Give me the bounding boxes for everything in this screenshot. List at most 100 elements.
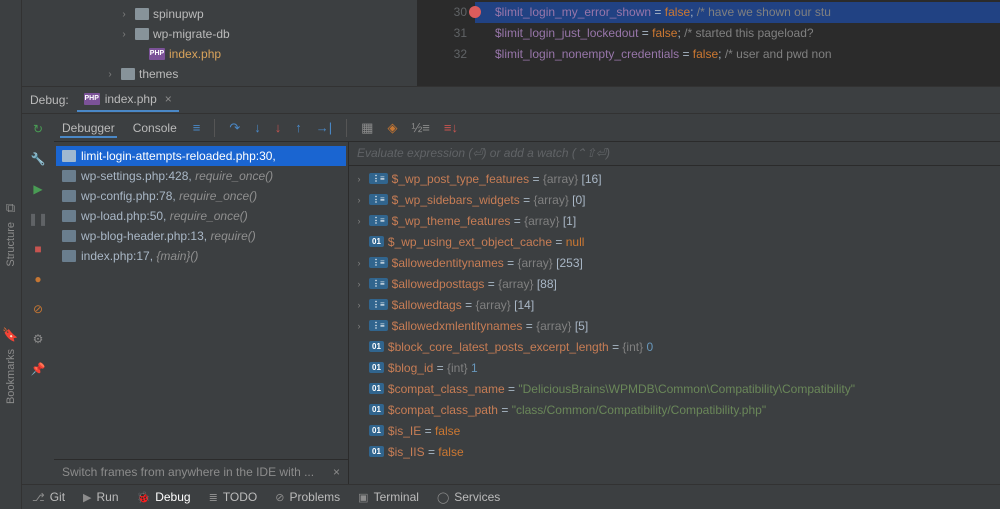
tree-row[interactable]: ›spinupwp [22, 4, 417, 24]
variable-row[interactable]: ›⋮≡ $allowedposttags = {array} [88] [349, 273, 1000, 294]
close-hint-icon[interactable]: × [333, 465, 340, 479]
watch-input[interactable]: Evaluate expression (⏎) or add a watch (… [349, 142, 1000, 166]
frame-text: wp-settings.php:428, require_once() [81, 169, 273, 183]
project-tree[interactable]: ›spinupwp›wp-migrate-dbPHPindex.php›them… [22, 0, 417, 86]
var-type-badge: ⋮≡ [369, 299, 388, 310]
stack-frame[interactable]: limit-login-attempts-reloaded.php:30, [56, 146, 346, 166]
trace-icon[interactable]: ◈ [387, 120, 397, 136]
stack-frame[interactable]: wp-blog-header.php:13, require() [56, 226, 346, 246]
services-tool[interactable]: ◯Services [437, 490, 500, 504]
variable-row[interactable]: ›⋮≡ $allowedxmlentitynames = {array} [5] [349, 315, 1000, 336]
var-type-badge: ⋮≡ [369, 215, 388, 226]
filter-icon[interactable]: ≡↓ [444, 120, 458, 135]
code-editor[interactable]: 303132 $limit_login_my_error_shown = fal… [417, 0, 1000, 86]
var-type-badge: ⋮≡ [369, 278, 388, 289]
breakpoint-icon[interactable] [469, 6, 481, 18]
threads-icon[interactable]: ≡ [193, 120, 201, 135]
step-over-icon[interactable]: ↷ [229, 120, 240, 136]
bookmark-icon: 🔖 [2, 327, 18, 343]
debugger-tab[interactable]: Debugger [60, 118, 117, 138]
tree-label: index.php [169, 47, 221, 61]
stack-frame[interactable]: index.php:17, {main}() [56, 246, 346, 266]
variable-row[interactable]: 01 $blog_id = {int} 1 [349, 357, 1000, 378]
variable-value: $_wp_theme_features = {array} [1] [392, 214, 577, 228]
code-line[interactable]: $limit_login_nonempty_credentials = fals… [475, 44, 1000, 65]
terminal-tool[interactable]: ▣Terminal [358, 490, 419, 504]
settings-button[interactable]: 🔧 [29, 150, 47, 168]
editor-code: $limit_login_my_error_shown = false; /* … [475, 2, 1000, 86]
folder-icon [121, 68, 135, 80]
expand-icon[interactable]: › [353, 174, 365, 184]
resume-button[interactable]: ▶ [29, 180, 47, 198]
frame-icon [62, 190, 76, 202]
variable-row[interactable]: 01 $compat_class_path = "class/Common/Co… [349, 399, 1000, 420]
run-to-cursor-icon[interactable]: →| [316, 120, 332, 135]
expand-icon[interactable]: › [353, 216, 365, 226]
step-into-icon[interactable]: ↓ [254, 120, 261, 135]
sort-icon[interactable]: ½≡ [411, 120, 429, 135]
stop-button[interactable]: ■ [29, 240, 47, 258]
force-step-into-icon[interactable]: ↓ [275, 120, 282, 135]
expand-icon[interactable]: › [353, 300, 365, 310]
tree-row[interactable]: PHPindex.php [22, 44, 417, 64]
run-tool[interactable]: ▶Run [83, 490, 118, 504]
main-area: ›spinupwp›wp-migrate-dbPHPindex.php›them… [22, 0, 1000, 509]
variable-row[interactable]: 01 $is_IE = false [349, 420, 1000, 441]
evaluate-icon[interactable]: ▦ [361, 120, 373, 136]
variable-row[interactable]: 01 $block_core_latest_posts_excerpt_leng… [349, 336, 1000, 357]
more-settings-button[interactable]: ⚙ [29, 330, 47, 348]
expand-icon[interactable]: › [353, 258, 365, 268]
tree-row[interactable]: ›wp-migrate-db [22, 24, 417, 44]
variables-list[interactable]: ›⋮≡ $_wp_post_type_features = {array} [1… [349, 166, 1000, 484]
stack-frame[interactable]: wp-config.php:78, require_once() [56, 186, 346, 206]
variable-row[interactable]: 01 $_wp_using_ext_object_cache = null [349, 231, 1000, 252]
pause-button[interactable]: ❚❚ [29, 210, 47, 228]
line-number[interactable]: 30 [417, 2, 467, 23]
variable-row[interactable]: › ⋮≡ $_wp_theme_features = {array} [1] [349, 210, 1000, 231]
line-number[interactable]: 32 [417, 44, 467, 65]
variable-row[interactable]: ›⋮≡ $allowedentitynames = {array} [253] [349, 252, 1000, 273]
problems-tool[interactable]: ⊘Problems [275, 490, 340, 504]
variable-value: $allowedtags = {array} [14] [392, 298, 534, 312]
git-tool[interactable]: ⎇Git [32, 490, 65, 504]
structure-tool[interactable]: ⧉ Structure [5, 200, 17, 267]
rerun-button[interactable]: ↻ [29, 120, 47, 138]
step-out-icon[interactable]: ↑ [295, 120, 302, 135]
debug-tool[interactable]: 🐞Debug [137, 490, 191, 504]
tree-row[interactable]: ›themes [22, 64, 417, 84]
console-tab[interactable]: Console [131, 118, 179, 138]
variable-row[interactable]: 01 $compat_class_name = "DeliciousBrains… [349, 378, 1000, 399]
stack-frame[interactable]: wp-settings.php:428, require_once() [56, 166, 346, 186]
debug-toolbar: Debugger Console ≡ ↷ ↓ ↓ ↑ →| ▦ ◈ ½≡ ≡↓ [54, 114, 1000, 142]
frames-list[interactable]: limit-login-attempts-reloaded.php:30, wp-… [54, 142, 348, 459]
stack-frame[interactable]: wp-load.php:50, require_once() [56, 206, 346, 226]
code-line[interactable]: $limit_login_my_error_shown = false; /* … [475, 2, 1000, 23]
debug-main: Debugger Console ≡ ↷ ↓ ↓ ↑ →| ▦ ◈ ½≡ ≡↓ … [54, 114, 1000, 484]
todo-tool[interactable]: ≣TODO [209, 490, 258, 504]
expand-icon[interactable]: › [353, 195, 365, 205]
terminal-icon: ▣ [358, 491, 368, 504]
variable-row[interactable]: › ⋮≡ $allowedtags = {array} [14] [349, 294, 1000, 315]
debug-session-file: index.php [105, 92, 157, 106]
top-split: ›spinupwp›wp-migrate-dbPHPindex.php›them… [22, 0, 1000, 87]
expand-icon[interactable]: › [353, 321, 365, 331]
line-number[interactable]: 31 [417, 23, 467, 44]
close-icon[interactable]: × [165, 92, 172, 106]
view-breakpoints-button[interactable]: ● [29, 270, 47, 288]
pin-button[interactable]: 📌 [29, 360, 47, 378]
bug-icon: 🐞 [137, 491, 151, 504]
frame-icon [62, 170, 76, 182]
expand-icon[interactable]: › [353, 279, 365, 289]
variable-row[interactable]: 01 $is_IIS = false [349, 441, 1000, 462]
frames-pane: limit-login-attempts-reloaded.php:30, wp-… [54, 142, 349, 484]
services-icon: ◯ [437, 491, 449, 504]
variable-row[interactable]: ›⋮≡ $_wp_post_type_features = {array} [1… [349, 168, 1000, 189]
debug-session-tab[interactable]: PHP index.php × [77, 88, 179, 112]
code-line[interactable]: $limit_login_just_lockedout = false; /* … [475, 23, 1000, 44]
mute-breakpoints-button[interactable]: ⊘ [29, 300, 47, 318]
bookmarks-tool[interactable]: 🔖 Bookmarks [2, 327, 18, 404]
frame-icon [62, 210, 76, 222]
chevron-icon: › [117, 29, 131, 40]
variable-row[interactable]: ›⋮≡ $_wp_sidebars_widgets = {array} [0] [349, 189, 1000, 210]
var-type-badge: 01 [369, 446, 384, 457]
